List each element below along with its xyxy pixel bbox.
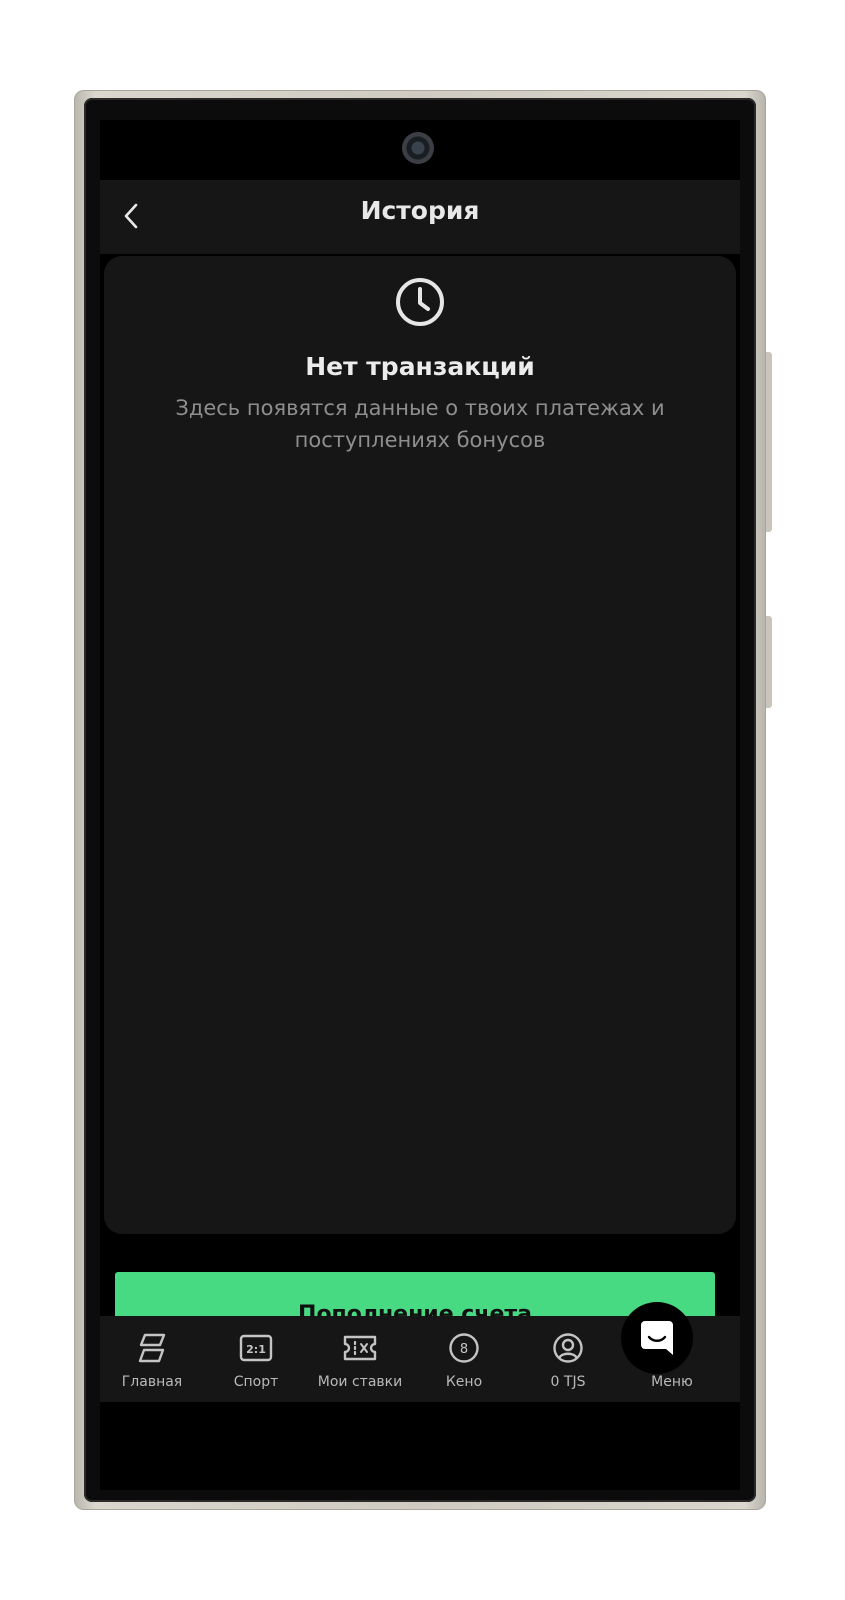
account-icon <box>553 1333 583 1363</box>
keno-ball-icon: 8 <box>449 1333 479 1363</box>
nav-label: Мои ставки <box>317 1374 403 1390</box>
scoreboard-icon: 2:1 <box>239 1334 273 1362</box>
phone-bezel: История Нет транзакций Здесь появятся да… <box>84 98 756 1502</box>
page-title: История <box>360 196 480 225</box>
app-bar: История <box>100 180 740 254</box>
ticket-icon <box>343 1335 377 1361</box>
svg-text:2:1: 2:1 <box>246 1343 266 1356</box>
nav-label: Спорт <box>233 1374 279 1390</box>
nav-item-my-bets[interactable]: Мои ставки <box>308 1316 412 1402</box>
svg-text:8: 8 <box>460 1342 468 1357</box>
front-camera <box>402 132 434 164</box>
chat-bubble-icon <box>641 1321 673 1355</box>
clock-icon <box>396 278 444 326</box>
nav-item-home[interactable]: Главная <box>100 1316 204 1402</box>
screen: История Нет транзакций Здесь появятся да… <box>100 120 740 1490</box>
chat-button[interactable] <box>621 1302 693 1374</box>
nav-label: Главная <box>121 1374 183 1390</box>
nav-item-sport[interactable]: 2:1 Спорт <box>204 1316 308 1402</box>
nav-item-account[interactable]: 0 TJS <box>516 1316 620 1402</box>
nav-label: 0 TJS <box>550 1374 586 1390</box>
transactions-card: Нет транзакций Здесь появятся данные о т… <box>104 256 736 1356</box>
volume-button <box>766 352 772 532</box>
nav-label: Меню <box>651 1374 693 1390</box>
phone-frame: История Нет транзакций Здесь появятся да… <box>74 90 772 1510</box>
empty-state-description: Здесь появятся данные о твоих платежах и… <box>175 396 665 452</box>
nav-item-keno[interactable]: 8 Кено <box>412 1316 516 1402</box>
empty-state-title: Нет транзакций <box>305 352 535 381</box>
home-tiles-icon <box>138 1333 166 1363</box>
nav-label: Кено <box>445 1374 483 1390</box>
power-button <box>766 616 772 708</box>
